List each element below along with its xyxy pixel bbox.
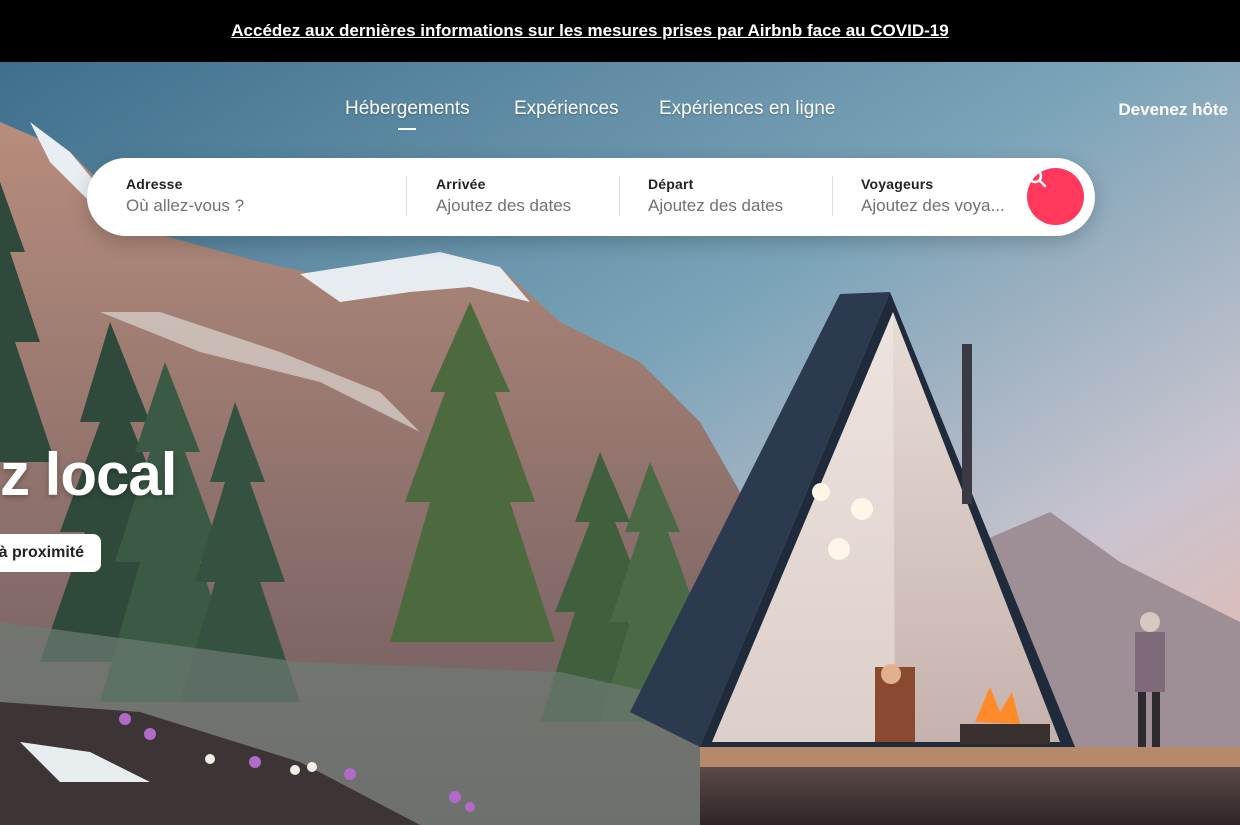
search-bar: Adresse Où allez-vous ? Arrivée Ajoutez … <box>87 158 1095 236</box>
tab-experiences[interactable]: Expériences <box>514 98 619 120</box>
location-label: Adresse <box>126 176 183 192</box>
tab-accommodations[interactable]: Hébergements <box>345 98 470 120</box>
checkin-label: Arrivée <box>436 176 486 192</box>
checkout-field[interactable]: Départ Ajoutez des dates <box>648 176 783 216</box>
location-field[interactable]: Adresse Où allez-vous ? <box>126 176 244 216</box>
hero-section: Hébergements Expériences Expériences en … <box>0 62 1240 825</box>
top-nav: Hébergements Expériences Expériences en … <box>0 62 1240 157</box>
guests-label: Voyageurs <box>861 176 934 192</box>
checkout-placeholder: Ajoutez des dates <box>648 196 784 215</box>
divider <box>832 176 833 216</box>
checkin-placeholder: Ajoutez des dates <box>436 196 572 215</box>
hero-headline: z local <box>0 441 177 508</box>
checkin-field[interactable]: Arrivée Ajoutez des dates <box>436 176 571 216</box>
checkout-label: Départ <box>648 176 694 192</box>
guests-placeholder: Ajoutez des voya... <box>861 196 1005 215</box>
nearby-button[interactable]: à proximité <box>0 534 101 572</box>
guests-field[interactable]: Voyageurs Ajoutez des voya... <box>861 176 1005 216</box>
become-host-link[interactable]: Devenez hôte <box>1118 100 1228 120</box>
divider <box>406 176 407 216</box>
divider <box>619 176 620 216</box>
location-placeholder: Où allez-vous ? <box>126 196 245 215</box>
tab-online-experiences[interactable]: Expériences en ligne <box>659 98 835 120</box>
search-button[interactable] <box>1027 168 1084 225</box>
covid-info-link[interactable]: Accédez aux dernières informations sur l… <box>231 21 948 41</box>
search-icon <box>1027 168 1047 188</box>
covid-banner: Accédez aux dernières informations sur l… <box>0 0 1240 62</box>
